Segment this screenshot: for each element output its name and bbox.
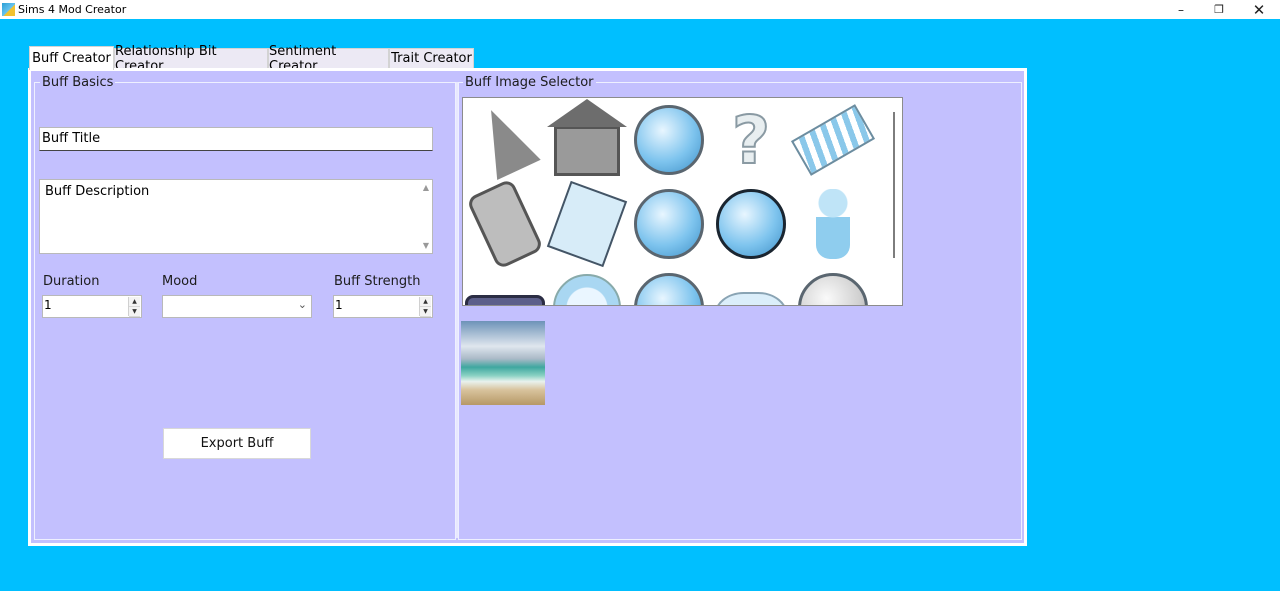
tab-trait-creator[interactable]: Trait Creator [389, 48, 474, 68]
house-icon[interactable] [547, 99, 627, 180]
duration-stepper[interactable]: 1 ▲ ▼ [42, 295, 142, 318]
buff-description-text: Buff Description [45, 184, 150, 199]
question-mark-icon[interactable]: ? [711, 100, 791, 180]
close-icon: ✕ [1252, 0, 1266, 19]
notepad-icon[interactable] [546, 180, 628, 268]
restore-icon: ❐ [1214, 3, 1224, 16]
restore-button[interactable]: ❐ [1199, 0, 1239, 19]
buff-title-input[interactable]: Buff Title [39, 127, 433, 151]
selected-image-preview [461, 321, 545, 405]
buff-description-input[interactable]: Buff Description ▲ ▼ [39, 179, 433, 254]
sad-face-icon[interactable] [793, 268, 873, 305]
tab-sentiment-creator[interactable]: Sentiment Creator [268, 44, 389, 74]
window-title: Sims 4 Mod Creator [18, 3, 127, 16]
title-bar: Sims 4 Mod Creator – ❐ ✕ [0, 0, 1280, 19]
tab-buff-creator[interactable]: Buff Creator [29, 46, 114, 70]
buff-strength-label: Buff Strength [334, 274, 421, 289]
export-buff-button[interactable]: Export Buff [163, 428, 311, 459]
buff-basics-label: Buff Basics [40, 75, 116, 90]
decrement-icon[interactable]: ▼ [129, 307, 140, 317]
duration-value: 1 [44, 298, 52, 312]
phone-icon[interactable] [465, 178, 545, 270]
scroll-down-icon[interactable]: ▼ [423, 241, 429, 250]
tab-label: Buff Creator [32, 51, 111, 66]
chest-icon[interactable] [465, 268, 545, 305]
buff-image-selector-label: Buff Image Selector [463, 75, 596, 90]
decrement-icon[interactable]: ▼ [420, 307, 431, 317]
minimize-button[interactable]: – [1161, 0, 1201, 19]
tab-relationship-bit-creator[interactable]: Relationship Bit Creator [114, 44, 268, 74]
minimize-icon: – [1178, 2, 1184, 17]
export-buff-label: Export Buff [200, 436, 274, 451]
crying-face-icon[interactable] [711, 184, 791, 264]
close-button[interactable]: ✕ [1239, 0, 1279, 19]
buff-image-list[interactable]: ? [462, 97, 903, 306]
scroll-up-icon[interactable]: ▲ [423, 183, 429, 192]
duration-label: Duration [43, 274, 100, 289]
app-icon [2, 3, 15, 16]
image-list-scrollbar[interactable] [893, 112, 895, 258]
happy-face-icon[interactable] [629, 100, 709, 180]
lounge-chair-icon[interactable] [790, 100, 876, 180]
increment-icon[interactable]: ▲ [420, 297, 431, 307]
baby-icon[interactable] [793, 184, 873, 264]
buff-strength-value: 1 [335, 298, 343, 312]
buff-strength-stepper[interactable]: 1 ▲ ▼ [333, 295, 433, 318]
singing-face-icon[interactable] [629, 184, 709, 264]
party-hat-icon[interactable] [465, 99, 545, 181]
mood-label: Mood [162, 274, 198, 289]
flame-icon[interactable] [547, 268, 627, 305]
sleepy-icon[interactable] [711, 268, 791, 305]
mood-select[interactable]: ⌄ [162, 295, 312, 318]
chevron-down-icon: ⌄ [297, 298, 307, 311]
tab-label: Trait Creator [391, 51, 472, 66]
increment-icon[interactable]: ▲ [129, 297, 140, 307]
dizzy-face-icon[interactable] [629, 268, 709, 305]
